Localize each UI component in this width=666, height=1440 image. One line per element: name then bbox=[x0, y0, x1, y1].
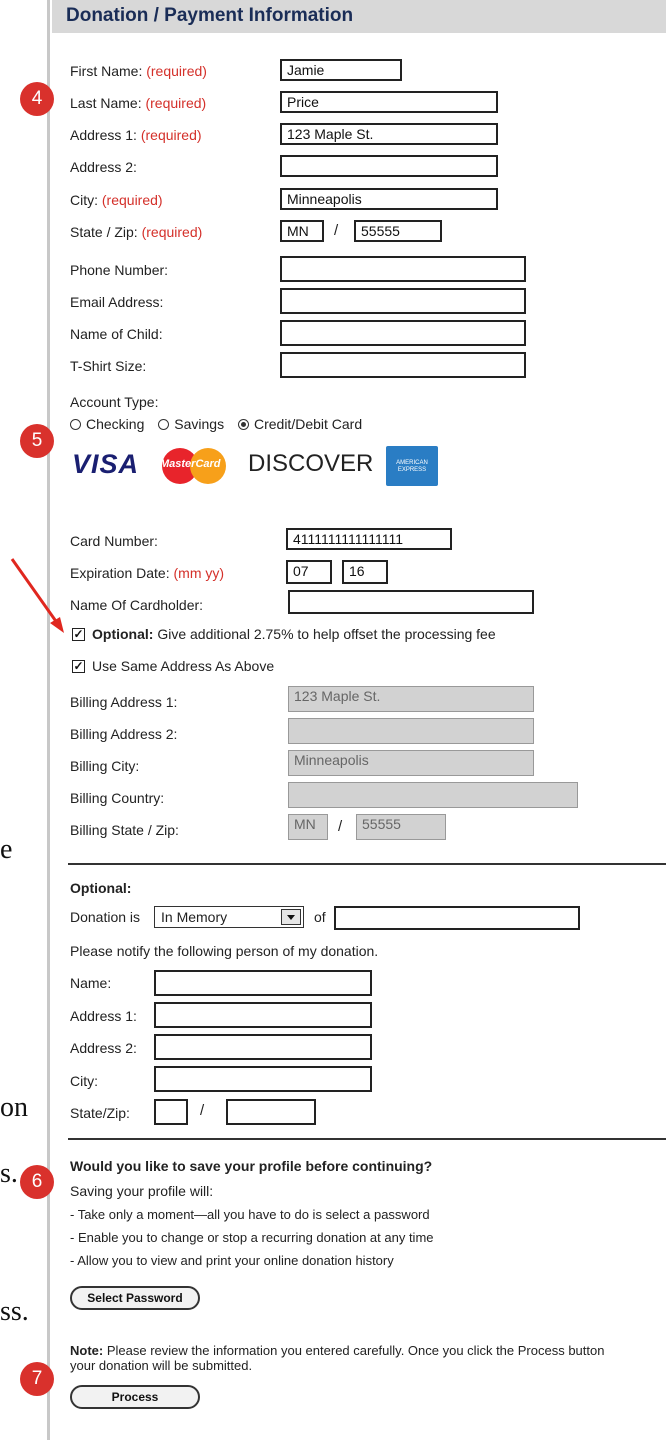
chevron-down-icon[interactable] bbox=[281, 909, 301, 925]
save-profile-question: Would you like to save your profile befo… bbox=[70, 1158, 433, 1174]
section-divider bbox=[68, 863, 666, 865]
left-border-line bbox=[47, 0, 50, 1440]
child-name-input[interactable] bbox=[280, 320, 526, 346]
billing-zip-input[interactable]: 55555 bbox=[356, 814, 446, 840]
notify-state-zip-separator: / bbox=[200, 1102, 205, 1119]
process-button[interactable]: Process bbox=[70, 1385, 200, 1409]
radio-selected-icon bbox=[237, 419, 249, 430]
billing-country-label: Billing Country: bbox=[70, 790, 165, 806]
state-input[interactable]: MN bbox=[280, 220, 324, 242]
billing-city-input[interactable]: Minneapolis bbox=[288, 750, 534, 776]
section-header: Donation / Payment Information bbox=[52, 0, 666, 33]
radio-circle-icon bbox=[70, 419, 81, 430]
clipped-text-fragment: on bbox=[0, 1092, 28, 1123]
notify-text: Please notify the following person of my… bbox=[70, 943, 379, 959]
expiration-month-input[interactable]: 07 bbox=[286, 560, 332, 584]
address1-input[interactable]: 123 Maple St. bbox=[280, 123, 498, 145]
email-label: Email Address: bbox=[70, 294, 164, 310]
note-text: Note: Please review the information you … bbox=[70, 1343, 605, 1373]
notify-name-input[interactable] bbox=[154, 970, 372, 996]
city-input[interactable]: Minneapolis bbox=[280, 188, 498, 210]
notify-state-input[interactable] bbox=[154, 1099, 188, 1125]
radio-credit-debit-card[interactable]: Credit/Debit Card bbox=[237, 416, 362, 432]
address1-label: Address 1: (required) bbox=[70, 127, 202, 143]
clipped-text-fragment: e bbox=[0, 834, 13, 865]
profile-benefit-item: - Take only a moment—all you have to do … bbox=[70, 1207, 430, 1222]
clipped-text-fragment: s. bbox=[0, 1158, 18, 1189]
account-type-label: Account Type: bbox=[70, 394, 159, 410]
tshirt-size-input[interactable] bbox=[280, 352, 526, 378]
notify-name-label: Name: bbox=[70, 975, 112, 991]
expiration-label: Expiration Date: (mm yy) bbox=[70, 565, 225, 581]
billing-state-zip-separator: / bbox=[338, 818, 343, 835]
zip-input[interactable]: 55555 bbox=[354, 220, 442, 242]
last-name-input[interactable]: Price bbox=[280, 91, 498, 113]
cardholder-label: Name Of Cardholder: bbox=[70, 597, 204, 613]
notify-address2-label: Address 2: bbox=[70, 1040, 137, 1056]
in-memory-of-input[interactable] bbox=[334, 906, 580, 930]
same-address-label: Use Same Address As Above bbox=[92, 658, 275, 674]
step-badge-5: 5 bbox=[20, 424, 54, 458]
notify-zip-input[interactable] bbox=[226, 1099, 316, 1125]
of-label: of bbox=[314, 909, 326, 925]
billing-address1-input[interactable]: 123 Maple St. bbox=[288, 686, 534, 712]
step-badge-7: 7 bbox=[20, 1362, 54, 1396]
optional-heading: Optional: bbox=[70, 880, 132, 896]
tshirt-size-label: T-Shirt Size: bbox=[70, 358, 147, 374]
billing-address1-label: Billing Address 1: bbox=[70, 694, 178, 710]
first-name-input[interactable]: Jamie bbox=[280, 59, 402, 81]
section-title: Donation / Payment Information bbox=[66, 5, 354, 26]
state-zip-separator: / bbox=[334, 222, 339, 239]
phone-label: Phone Number: bbox=[70, 262, 169, 278]
notify-city-input[interactable] bbox=[154, 1066, 372, 1092]
optional-fee-checkbox[interactable]: ✓ bbox=[72, 628, 85, 641]
city-label: City: (required) bbox=[70, 192, 163, 208]
address2-input[interactable] bbox=[280, 155, 498, 177]
notify-address2-input[interactable] bbox=[154, 1034, 372, 1060]
expiration-year-input[interactable]: 16 bbox=[342, 560, 388, 584]
visa-logo: VISA bbox=[72, 449, 140, 479]
notify-state-zip-label: State/Zip: bbox=[70, 1105, 130, 1121]
notify-city-label: City: bbox=[70, 1073, 98, 1089]
radio-circle-icon bbox=[158, 419, 170, 430]
profile-benefit-item: - Allow you to view and print your onlin… bbox=[70, 1253, 394, 1268]
card-number-input[interactable]: 4111111111111111 bbox=[286, 528, 452, 550]
phone-input[interactable] bbox=[280, 256, 526, 282]
last-name-label: Last Name: (required) bbox=[70, 95, 207, 111]
donation-is-label: Donation is bbox=[70, 909, 141, 925]
notify-address1-input[interactable] bbox=[154, 1002, 372, 1028]
save-profile-intro: Saving your profile will: bbox=[70, 1183, 214, 1199]
address2-label: Address 2: bbox=[70, 159, 137, 175]
step-badge-4: 4 bbox=[20, 82, 54, 116]
billing-address2-label: Billing Address 2: bbox=[70, 726, 178, 742]
billing-country-input[interactable] bbox=[288, 782, 578, 808]
same-address-checkbox[interactable]: ✓ bbox=[72, 660, 85, 673]
first-name-label: First Name: (required) bbox=[70, 63, 207, 79]
state-zip-label: State / Zip: (required) bbox=[70, 224, 203, 240]
select-password-button[interactable]: Select Password bbox=[70, 1286, 200, 1310]
discover-logo: DISCOVER bbox=[248, 450, 374, 477]
cardholder-input[interactable] bbox=[288, 590, 534, 614]
billing-state-input[interactable]: MN bbox=[288, 814, 328, 840]
radio-savings[interactable]: Savings bbox=[158, 416, 224, 432]
section-divider bbox=[68, 1138, 666, 1140]
billing-city-label: Billing City: bbox=[70, 758, 140, 774]
account-type-radio-group: Checking Savings Credit/Debit Card bbox=[70, 416, 362, 432]
card-number-label: Card Number: bbox=[70, 533, 158, 549]
optional-fee-label: Optional: Give additional 2.75% to help … bbox=[92, 626, 496, 642]
billing-address2-input[interactable] bbox=[288, 718, 534, 744]
profile-benefit-item: - Enable you to change or stop a recurri… bbox=[70, 1230, 434, 1245]
clipped-text-fragment: ss. bbox=[0, 1296, 29, 1327]
billing-state-zip-label: Billing State / Zip: bbox=[70, 822, 179, 838]
donation-type-select[interactable]: In Memory bbox=[154, 906, 304, 928]
step-badge-6: 6 bbox=[20, 1165, 54, 1199]
mastercard-logo: MasterCard bbox=[154, 447, 234, 485]
child-name-label: Name of Child: bbox=[70, 326, 163, 342]
red-arrow-icon bbox=[10, 558, 64, 633]
amex-logo: AMERICAN EXPRESS bbox=[386, 446, 438, 486]
notify-address1-label: Address 1: bbox=[70, 1008, 137, 1024]
radio-checking[interactable]: Checking bbox=[70, 416, 144, 432]
email-input[interactable] bbox=[280, 288, 526, 314]
